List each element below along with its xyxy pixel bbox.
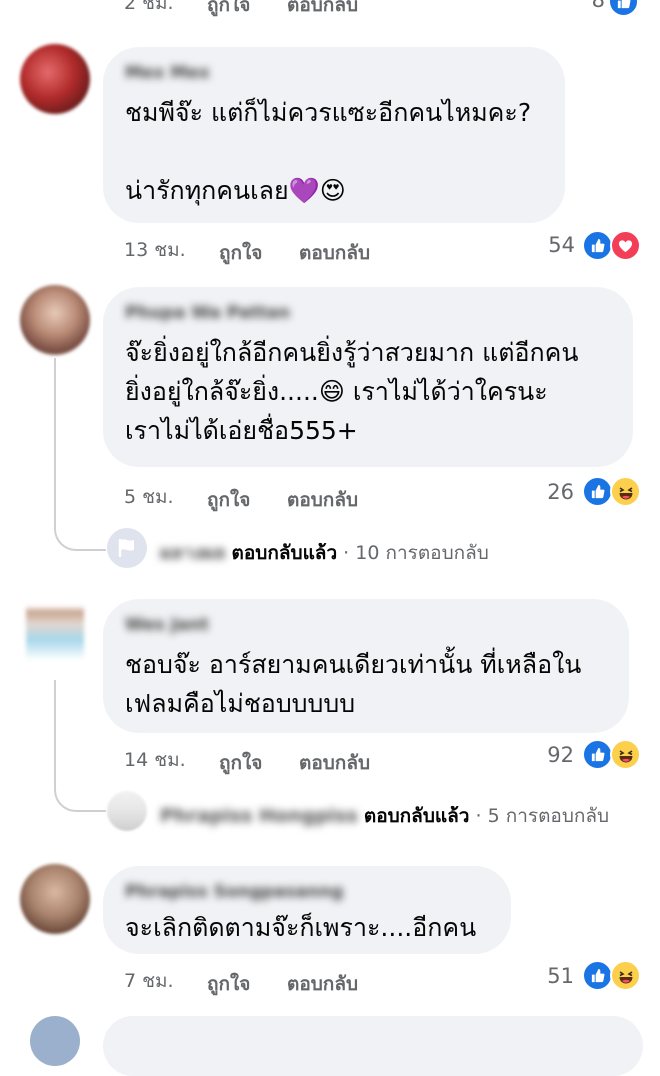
replies-count[interactable]: · 10 การตอบกลับ <box>343 542 489 564</box>
comment-author[interactable]: Wes Jant <box>125 615 209 635</box>
comment-time: 5 ชม. <box>124 486 174 508</box>
reply-avatar <box>107 528 147 568</box>
comment-text: จ๊ะยิ่งอยู่ใกล้อีกคนยิ่งรู้ว่าสวยมาก แต่… <box>125 338 579 445</box>
haha-icon <box>610 476 641 507</box>
comment-bubble: Mex Mex ชมพีจ๊ะ แต่ก็ไม่ควรแซะอีกคนไหมคะ… <box>103 47 565 223</box>
thread-curve <box>54 766 106 812</box>
replies-count[interactable]: · 5 การตอบกลับ <box>475 805 609 827</box>
comment-bubble: Wes Jant ชอบจ๊ะ อาร์สยามคนเดียวเท่านั้น … <box>103 599 629 733</box>
reaction-count[interactable]: 54 <box>525 233 575 257</box>
haha-icon <box>610 960 641 991</box>
avatar[interactable] <box>26 596 84 676</box>
reaction-count[interactable]: 26 <box>524 480 574 504</box>
reply-button[interactable]: ตอบกลับ <box>299 748 370 778</box>
reply-button[interactable]: ตอบกลับ <box>287 969 358 999</box>
reply-button[interactable]: ตอบกลับ <box>287 485 358 515</box>
replied-label[interactable]: ตอบกลับแล้ว <box>232 542 338 564</box>
replier-name[interactable]: ผลางผล <box>160 538 226 568</box>
thread-line <box>54 680 56 770</box>
reply-avatar <box>107 791 147 831</box>
comment-time: 2 ชม. <box>124 0 174 14</box>
like-button[interactable]: ถูกใจ <box>219 238 262 268</box>
comment-time: 14 ชม. <box>124 749 186 771</box>
like-button[interactable]: ถูกใจ <box>207 0 250 20</box>
reaction-count[interactable]: 8 <box>555 0 605 12</box>
like-button[interactable]: ถูกใจ <box>207 969 250 999</box>
like-button[interactable]: ถูกใจ <box>219 748 262 778</box>
reply-button[interactable]: ตอบกลับ <box>287 0 358 20</box>
comment-text: ชมพีจ๊ะ แต่ก็ไม่ควรแซะอีกคนไหมคะ? น่ารัก… <box>125 98 532 205</box>
comment-author[interactable]: Phrapiss Songpasanng <box>125 882 343 902</box>
reaction-count[interactable]: 51 <box>524 964 574 988</box>
reply-button[interactable]: ตอบกลับ <box>299 238 370 268</box>
comment-bubble: Phrapiss Songpasanng จะเลิกติดตามจ๊ะก็เพ… <box>103 866 511 954</box>
haha-icon <box>610 739 641 770</box>
comment-text: จะเลิกติดตามจ๊ะก็เพราะ....อีกคน <box>125 913 477 942</box>
avatar[interactable] <box>20 864 90 934</box>
comment-time: 7 ชม. <box>124 970 174 992</box>
like-icon <box>582 739 613 770</box>
comment-text: ชอบจ๊ะ อาร์สยามคนเดียวเท่านั้น ที่เหลือใ… <box>125 650 582 718</box>
comment-bubble <box>103 1016 643 1076</box>
comment-author[interactable]: Mex Mex <box>125 63 210 83</box>
thread-curve <box>54 505 106 551</box>
like-icon <box>582 230 613 261</box>
like-icon <box>608 0 639 17</box>
reaction-count[interactable]: 92 <box>524 743 574 767</box>
thread-line <box>54 358 56 508</box>
flag-icon <box>118 539 134 557</box>
comment-bubble: Phupa Wa Pattan จ๊ะยิ่งอยู่ใกล้อีกคนยิ่ง… <box>103 287 633 467</box>
like-icon <box>582 960 613 991</box>
like-icon <box>582 476 613 507</box>
avatar[interactable] <box>20 44 90 114</box>
love-icon <box>610 230 641 261</box>
like-button[interactable]: ถูกใจ <box>207 485 250 515</box>
comment-time: 13 ชม. <box>124 239 186 261</box>
replied-label[interactable]: ตอบกลับแล้ว <box>364 805 470 827</box>
comment-author[interactable]: Phupa Wa Pattan <box>125 303 290 323</box>
replier-name[interactable]: Phrapiss Hongpiss <box>160 805 358 827</box>
avatar[interactable] <box>20 285 90 355</box>
